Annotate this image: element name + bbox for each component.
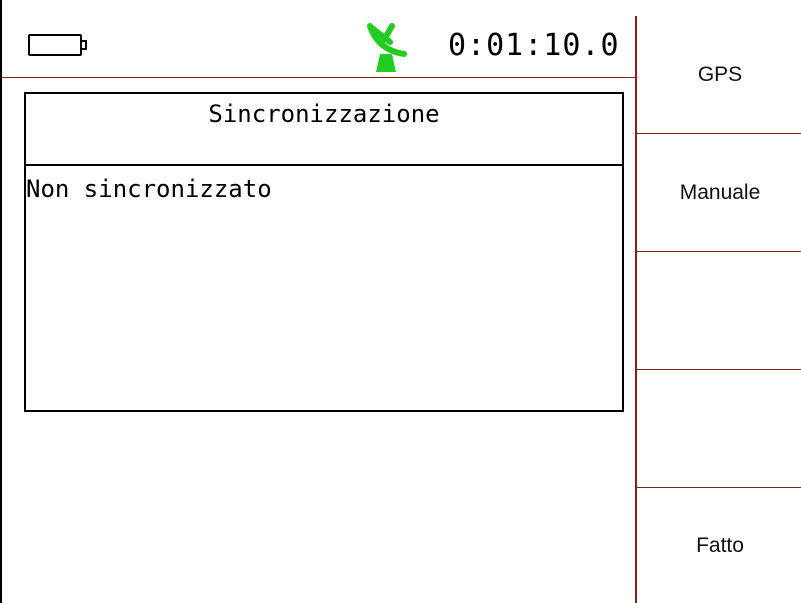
elapsed-timer: 0:01:10.0 [448,28,620,63]
device-screen: 0:01:10.0 Sincronizzazione Non sincroniz… [0,0,801,603]
dialog-message: Non sincronizzato [26,175,272,203]
softkey-fatto[interactable]: Fatto [637,488,801,603]
softkey-empty-4[interactable] [637,370,801,488]
dialog-title: Sincronizzazione [26,94,622,166]
softkey-gps[interactable]: GPS [637,16,801,134]
softkey-panel: GPS Manuale Fatto [635,16,801,603]
battery-tip [81,40,87,50]
softkey-manuale[interactable]: Manuale [637,134,801,252]
status-bar: 0:01:10.0 [2,0,635,78]
satellite-dish-icon [367,23,407,72]
battery-icon [28,34,82,56]
softkey-empty-3[interactable] [637,252,801,370]
sync-dialog: Sincronizzazione Non sincronizzato [24,92,624,412]
